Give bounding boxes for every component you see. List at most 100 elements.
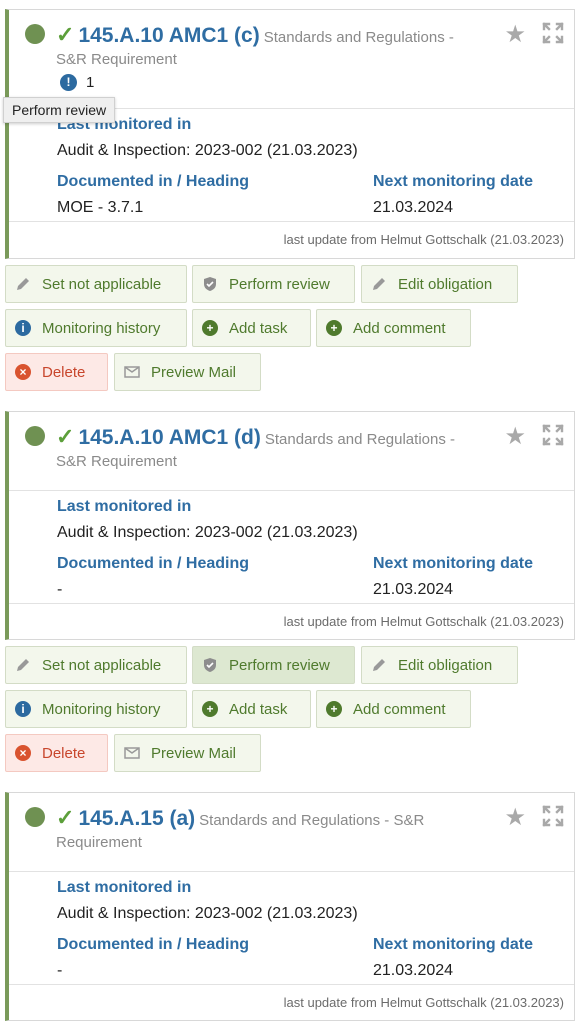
documented-value: MOE - 3.7.1 bbox=[57, 199, 144, 216]
card-header: ✓ 145.A.10 AMC1 (c) Standards and Regulati… bbox=[9, 10, 574, 109]
exclamation-icon: ! bbox=[60, 74, 77, 91]
set-not-applicable-button[interactable]: Set not applicable bbox=[5, 646, 187, 684]
monitoring-history-button[interactable]: i Monitoring history bbox=[5, 309, 187, 347]
obligation-id-link[interactable]: 145.A.10 AMC1 (c) bbox=[78, 24, 259, 47]
issue-count: 1 bbox=[86, 74, 95, 91]
next-monitoring-label: Next monitoring date bbox=[373, 936, 534, 953]
set-not-applicable-button[interactable]: Set not applicable bbox=[5, 265, 187, 303]
documented-value: - bbox=[57, 962, 63, 979]
card-footer: last update from Helmut Gottschalk (21.0… bbox=[9, 985, 574, 1021]
last-monitored-value: Audit & Inspection: 2023-002 (21.03.2023… bbox=[57, 905, 358, 922]
card-footer: last update from Helmut Gottschalk (21.0… bbox=[9, 222, 574, 258]
shield-check-icon bbox=[201, 275, 219, 293]
shield-check-icon bbox=[201, 656, 219, 674]
mail-icon bbox=[123, 744, 141, 762]
status-dot-icon bbox=[25, 24, 45, 44]
category-label: Standards and Regulations - bbox=[263, 29, 454, 46]
last-update-text: last update from Helmut Gottschalk (21.0… bbox=[283, 232, 564, 247]
plus-circle-icon: + bbox=[325, 319, 343, 337]
last-monitored-label: Last monitored in bbox=[57, 879, 192, 896]
delete-label: Delete bbox=[42, 363, 86, 381]
add-comment-button[interactable]: + Add comment bbox=[316, 309, 471, 347]
obligation-id-link[interactable]: 145.A.10 AMC1 (d) bbox=[78, 426, 260, 449]
last-update-text: last update from Helmut Gottschalk (21.0… bbox=[283, 995, 564, 1010]
perform-review-tooltip: Perform review bbox=[3, 97, 116, 123]
obligation-card: ✓ 145.A.15 (a) Standards and Regulations -… bbox=[5, 792, 575, 1021]
add-comment-button[interactable]: + Add comment bbox=[316, 690, 471, 728]
add-task-label: Add task bbox=[229, 700, 288, 718]
category-label-cont: S&R Requirement bbox=[56, 51, 177, 68]
edit-obligation-label: Edit obligation bbox=[398, 275, 493, 293]
x-circle-icon: × bbox=[14, 363, 32, 381]
star-icon[interactable]: ★ bbox=[504, 803, 526, 832]
preview-mail-label: Preview Mail bbox=[151, 363, 237, 381]
delete-label: Delete bbox=[42, 744, 86, 762]
card-header: ✓ 145.A.15 (a) Standards and Regulations -… bbox=[9, 793, 574, 872]
pencil-icon bbox=[370, 656, 388, 674]
expand-icon[interactable] bbox=[542, 22, 564, 44]
info-icon: i bbox=[14, 319, 32, 337]
plus-circle-icon: + bbox=[325, 700, 343, 718]
open-issues[interactable]: ! 1 bbox=[60, 74, 94, 91]
star-icon[interactable]: ★ bbox=[504, 422, 526, 451]
expand-icon[interactable] bbox=[542, 424, 564, 446]
x-circle-icon: × bbox=[14, 744, 32, 762]
monitoring-history-label: Monitoring history bbox=[42, 319, 161, 337]
obligation-card: ✓ 145.A.10 AMC1 (d) Standards and Regulati… bbox=[5, 411, 575, 640]
next-monitoring-value: 21.03.2024 bbox=[373, 962, 454, 979]
card-details: Last monitored in Audit & Inspection: 20… bbox=[9, 872, 574, 985]
delete-button[interactable]: × Delete bbox=[5, 734, 108, 772]
perform-review-button[interactable]: Perform review bbox=[192, 646, 355, 684]
next-monitoring-value: 21.03.2024 bbox=[373, 581, 454, 598]
next-monitoring-value: 21.03.2024 bbox=[373, 199, 454, 216]
set-not-applicable-label: Set not applicable bbox=[42, 656, 162, 674]
info-icon: i bbox=[14, 700, 32, 718]
card-title: ✓ 145.A.10 AMC1 (d) Standards and Regulati… bbox=[56, 424, 486, 452]
add-task-label: Add task bbox=[229, 319, 288, 337]
preview-mail-button[interactable]: Preview Mail bbox=[114, 734, 261, 772]
status-dot-icon bbox=[25, 807, 45, 827]
card-details: Last monitored in Audit & Inspection: 20… bbox=[9, 109, 574, 222]
category-label: Standards and Regulations - bbox=[264, 431, 455, 448]
expand-icon[interactable] bbox=[542, 805, 564, 827]
last-monitored-value: Audit & Inspection: 2023-002 (21.03.2023… bbox=[57, 524, 358, 541]
card-title: ✓ 145.A.10 AMC1 (c) Standards and Regulati… bbox=[56, 22, 486, 50]
edit-obligation-button[interactable]: Edit obligation bbox=[361, 646, 518, 684]
edit-obligation-button[interactable]: Edit obligation bbox=[361, 265, 518, 303]
preview-mail-button[interactable]: Preview Mail bbox=[114, 353, 261, 391]
add-task-button[interactable]: + Add task bbox=[192, 309, 311, 347]
pencil-icon bbox=[14, 275, 32, 293]
plus-circle-icon: + bbox=[201, 700, 219, 718]
documented-value: - bbox=[57, 581, 63, 598]
category-label-cont: Requirement bbox=[56, 834, 142, 851]
category-label: Standards and Regulations - S&R bbox=[199, 812, 425, 829]
next-monitoring-label: Next monitoring date bbox=[373, 173, 534, 190]
checkmark-icon: ✓ bbox=[56, 22, 75, 47]
documented-label: Documented in / Heading bbox=[57, 936, 250, 953]
last-monitored-value: Audit & Inspection: 2023-002 (21.03.2023… bbox=[57, 142, 358, 159]
star-icon[interactable]: ★ bbox=[504, 20, 526, 49]
plus-circle-icon: + bbox=[201, 319, 219, 337]
add-task-button[interactable]: + Add task bbox=[192, 690, 311, 728]
monitoring-history-button[interactable]: i Monitoring history bbox=[5, 690, 187, 728]
delete-button[interactable]: × Delete bbox=[5, 353, 108, 391]
card-footer: last update from Helmut Gottschalk (21.0… bbox=[9, 604, 574, 640]
obligation-id-link[interactable]: 145.A.15 (a) bbox=[78, 807, 195, 830]
perform-review-label: Perform review bbox=[229, 656, 330, 674]
mail-icon bbox=[123, 363, 141, 381]
pencil-icon bbox=[370, 275, 388, 293]
card-details: Last monitored in Audit & Inspection: 20… bbox=[9, 491, 574, 604]
documented-label: Documented in / Heading bbox=[57, 555, 250, 572]
perform-review-label: Perform review bbox=[229, 275, 330, 293]
obligation-card: ✓ 145.A.10 AMC1 (c) Standards and Regulati… bbox=[5, 9, 575, 259]
next-monitoring-label: Next monitoring date bbox=[373, 555, 534, 572]
perform-review-button[interactable]: Perform review bbox=[192, 265, 355, 303]
category-label-cont: S&R Requirement bbox=[56, 453, 177, 470]
card-header: ✓ 145.A.10 AMC1 (d) Standards and Regulati… bbox=[9, 412, 574, 491]
status-dot-icon bbox=[25, 426, 45, 446]
checkmark-icon: ✓ bbox=[56, 424, 75, 449]
last-update-text: last update from Helmut Gottschalk (21.0… bbox=[283, 614, 564, 629]
set-not-applicable-label: Set not applicable bbox=[42, 275, 162, 293]
documented-label: Documented in / Heading bbox=[57, 173, 250, 190]
monitoring-history-label: Monitoring history bbox=[42, 700, 161, 718]
